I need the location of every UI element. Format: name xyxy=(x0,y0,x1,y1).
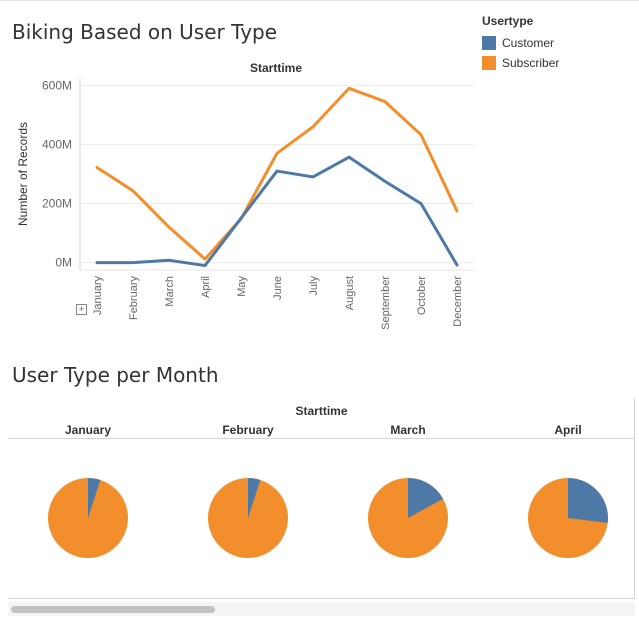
x-tick-label: January xyxy=(92,276,104,316)
x-tick-label: October xyxy=(416,276,428,315)
x-tick-label: April xyxy=(200,276,212,298)
y-tick-label: 400M xyxy=(42,137,72,151)
pie-slice-customer xyxy=(568,478,608,524)
line-chart[interactable]: Starttime 0M 200M 400M 600M Number of Records… xyxy=(0,0,639,345)
pie-bottom-border xyxy=(8,598,635,599)
pie-charts[interactable] xyxy=(8,398,635,598)
y-tick-label: 200M xyxy=(42,197,72,211)
pie-chart-panel: Starttime January February March April xyxy=(8,398,635,600)
series-line-customer xyxy=(95,155,459,268)
y-tick-label: 0M xyxy=(55,256,72,270)
scrollbar-thumb[interactable] xyxy=(11,606,215,613)
x-tick-label: February xyxy=(128,276,140,321)
series-line-subscriber xyxy=(95,86,459,261)
pie-chart-title: User Type per Month xyxy=(12,363,219,387)
x-tick-label: July xyxy=(308,276,320,296)
plus-icon[interactable]: + xyxy=(76,304,87,315)
y-tick-label: 600M xyxy=(42,78,72,92)
x-tick-label: December xyxy=(452,276,464,327)
x-tick-label: May xyxy=(236,276,248,297)
y-axis-label: Number of Records xyxy=(16,122,30,226)
x-tick-label: March xyxy=(164,276,176,307)
x-tick-label: August xyxy=(344,276,356,310)
x-tick-label: June xyxy=(272,276,284,300)
x-tick-label: September xyxy=(380,276,392,330)
chart-header: Starttime xyxy=(250,61,302,75)
horizontal-scrollbar[interactable] xyxy=(8,602,635,616)
